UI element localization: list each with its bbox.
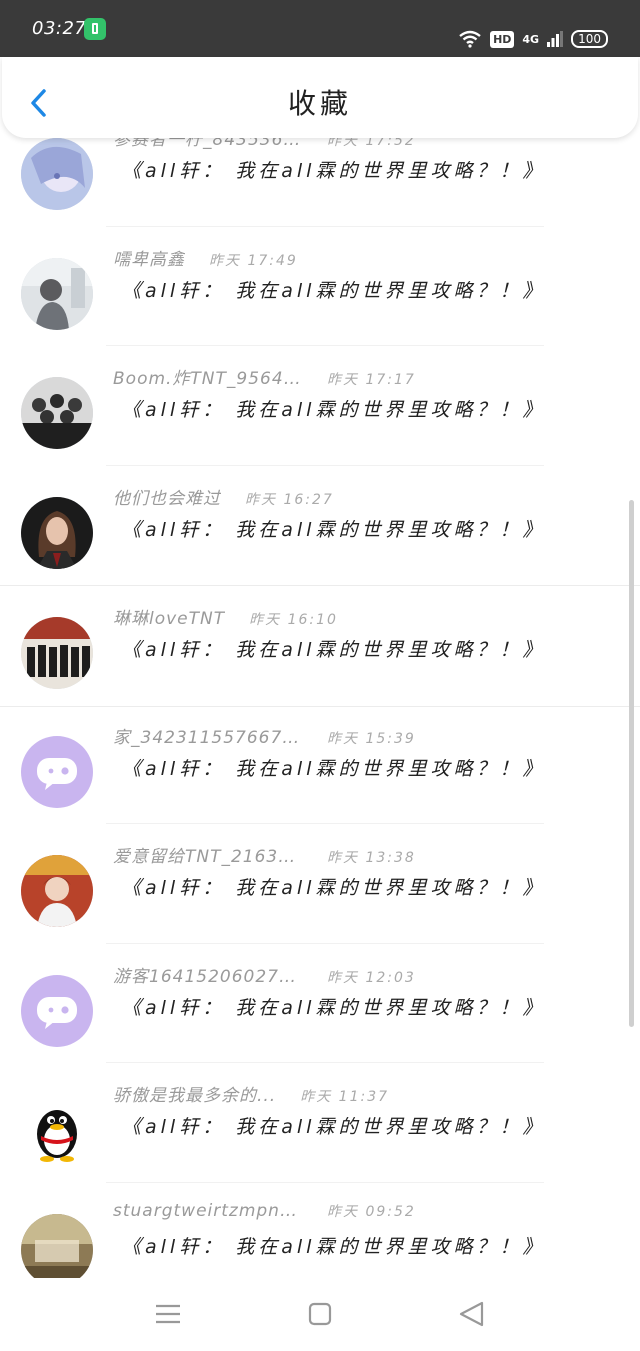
photo-avatar-icon [21, 257, 93, 330]
back-triangle-icon[interactable] [452, 1296, 492, 1332]
item-meta: stuargtweirtzmpnan 昨天 09:52 [113, 1201, 416, 1221]
item-message[interactable]: 《all轩： 我在all霖的世界里攻略？！》 [122, 754, 545, 781]
username[interactable]: 嚅卑高鑫 [113, 245, 185, 270]
home-square-icon[interactable] [300, 1296, 340, 1332]
landscape-avatar-icon [21, 1213, 93, 1279]
signal-icon [547, 31, 564, 47]
item-message[interactable]: 《all轩： 我在all霖的世界里攻略？！》 [122, 276, 545, 303]
item-message[interactable]: 《all轩： 我在all霖的世界里攻略？！》 [122, 1112, 545, 1139]
default-chat-avatar-icon [37, 757, 77, 790]
item-meta: 他们也会难过 昨天 16:27 [113, 484, 334, 509]
list-item[interactable]: Boom.炸TNT_9564167960 昨天 17:17 《all轩： 我在al… [0, 346, 640, 466]
user-avatar[interactable] [21, 1094, 93, 1166]
list-item[interactable]: 家_342311557667886276 昨天 15:39 《all轩： 我在al… [0, 705, 640, 824]
list-item[interactable]: 琳琳loveTNT 昨天 16:10 《all轩： 我在all霖的世界里攻略？！》 [0, 585, 640, 707]
user-avatar[interactable] [21, 617, 93, 689]
user-avatar[interactable] [21, 855, 93, 927]
status-icons: HD 4G 100 [458, 27, 608, 51]
user-avatar[interactable] [21, 974, 93, 1047]
default-chat-avatar-icon [37, 996, 77, 1029]
user-avatar[interactable] [21, 377, 93, 449]
username[interactable]: Boom.炸TNT_9564167960 [113, 364, 303, 389]
menu-icon[interactable] [148, 1296, 188, 1332]
item-message[interactable]: 《all轩： 我在all霖的世界里攻略？！》 [122, 395, 545, 422]
header: 收藏 [2, 57, 638, 138]
item-message[interactable]: 《all轩： 我在all霖的世界里攻略？！》 [122, 156, 545, 183]
timestamp: 昨天 13:38 [327, 850, 416, 866]
group-stage-avatar-icon [21, 617, 93, 689]
battery-saver-icon [84, 18, 106, 40]
username[interactable]: 游客1641520602768F9pc [113, 962, 303, 987]
item-message[interactable]: 《all轩： 我在all霖的世界里攻略？！》 [122, 635, 545, 662]
username[interactable]: stuargtweirtzmpnan [113, 1201, 303, 1221]
item-meta: Boom.炸TNT_9564167960 昨天 17:17 [113, 364, 416, 389]
network-type: 4G [522, 32, 540, 46]
item-meta: 爱意留给TNT_216353... 昨天 13:38 [113, 842, 416, 867]
username[interactable]: 他们也会难过 [113, 484, 221, 509]
user-avatar[interactable] [21, 1213, 93, 1279]
anime-avatar-icon [21, 138, 93, 210]
item-meta: 琳琳loveTNT 昨天 16:10 [113, 604, 338, 629]
item-meta: 骄傲是我最多余的... 昨天 11:37 [113, 1081, 389, 1106]
user-avatar[interactable] [21, 735, 93, 808]
user-avatar[interactable] [21, 257, 93, 330]
item-message[interactable]: 《all轩： 我在all霖的世界里攻略？！》 [122, 993, 545, 1020]
user-avatar[interactable] [21, 496, 93, 569]
hd-badge: HD [490, 30, 515, 48]
scrollbar[interactable] [629, 500, 634, 1027]
item-message[interactable]: 《all轩： 我在all霖的世界里攻略？！》 [122, 515, 545, 542]
list-item[interactable]: stuargtweirtzmpnan 昨天 09:52 《all轩： 我在all霖… [0, 1183, 640, 1279]
timestamp: 昨天 16:10 [249, 612, 338, 628]
item-message[interactable]: 《all轩： 我在all霖的世界里攻略？！》 [122, 873, 545, 900]
user-avatar[interactable] [21, 138, 93, 210]
group-photo-avatar-icon [21, 377, 93, 449]
wifi-icon [459, 30, 481, 48]
portrait-avatar-icon [21, 496, 93, 569]
timestamp: 昨天 11:37 [300, 1089, 390, 1105]
timestamp: 昨天 09:52 [327, 1203, 416, 1220]
page-title: 收藏 [287, 87, 352, 120]
qq-penguin-avatar-icon [37, 1110, 77, 1162]
favorites-list: 参赛者一柠_8435364... 昨天 17:52 《all轩： 我在all霖的世… [0, 119, 640, 1279]
timestamp: 昨天 17:49 [209, 252, 298, 269]
username[interactable]: 家_342311557667886276 [113, 723, 303, 748]
timestamp: 昨天 15:39 [327, 730, 416, 747]
username[interactable]: 骄傲是我最多余的... [113, 1081, 276, 1106]
idol-avatar-icon [21, 855, 93, 927]
timestamp: 昨天 12:03 [327, 969, 416, 986]
timestamp: 昨天 17:17 [327, 372, 416, 388]
list-item[interactable]: 爱意留给TNT_216353... 昨天 13:38 《all轩： 我在all霖的… [0, 824, 640, 944]
username[interactable]: 爱意留给TNT_216353... [113, 842, 303, 867]
list-item[interactable]: 他们也会难过 昨天 16:27 《all轩： 我在all霖的世界里攻略？！》 [0, 466, 640, 586]
username[interactable]: 琳琳loveTNT [113, 604, 225, 629]
item-meta: 游客1641520602768F9pc 昨天 12:03 [113, 962, 416, 987]
item-meta: 家_342311557667886276 昨天 15:39 [113, 723, 416, 748]
item-meta: 嚅卑高鑫 昨天 17:49 [113, 245, 298, 270]
item-message[interactable]: 《all轩： 我在all霖的世界里攻略？！》 [122, 1232, 545, 1259]
list-item[interactable]: 骄傲是我最多余的... 昨天 11:37 《all轩： 我在all霖的世界里攻略？… [0, 1063, 640, 1183]
list-item[interactable]: 嚅卑高鑫 昨天 17:49 《all轩： 我在all霖的世界里攻略？！》 [0, 227, 640, 346]
battery-level: 100 [571, 30, 608, 48]
status-bar: 03:27 HD 4G 100 [0, 0, 640, 57]
status-time: 03:27 [32, 18, 87, 39]
timestamp: 昨天 16:27 [245, 491, 334, 508]
list-item[interactable]: 游客1641520602768F9pc 昨天 12:03 《all轩： 我在all… [0, 944, 640, 1063]
nav-bar [0, 1278, 640, 1351]
